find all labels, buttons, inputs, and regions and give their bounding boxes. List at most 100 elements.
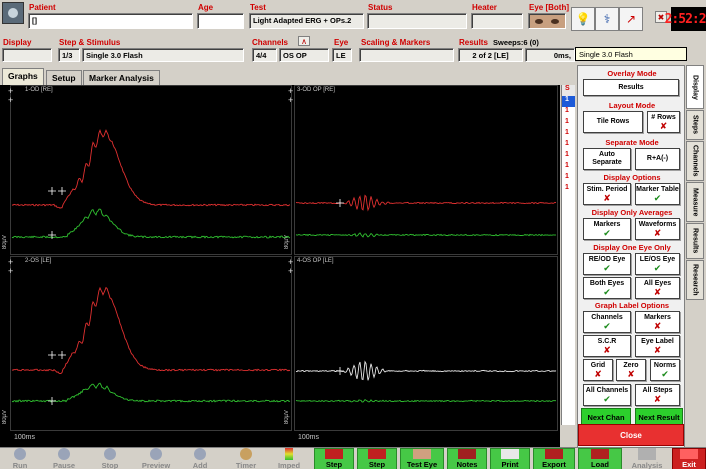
- re-od-eye-button[interactable]: RE/OD Eye ✔: [583, 253, 631, 275]
- test-field[interactable]: Light Adapted ERG + OPs.2: [249, 13, 364, 29]
- side-tab-results[interactable]: Results: [686, 223, 704, 259]
- side-tab-channels[interactable]: Channels: [686, 141, 704, 181]
- printer-icon: [501, 449, 519, 459]
- age-field[interactable]: [197, 13, 244, 29]
- results-time-field: 0ms,: [525, 48, 575, 62]
- add-button[interactable]: Add: [184, 448, 216, 469]
- sweep-item[interactable]: 1: [562, 107, 575, 118]
- marker-table-button[interactable]: Marker Table ✔: [635, 183, 680, 205]
- channel-waveform-icon[interactable]: ∧: [298, 36, 310, 46]
- sweep-item[interactable]: 1: [562, 184, 575, 195]
- eye-icon: [413, 449, 431, 459]
- tab-marker-analysis[interactable]: Marker Analysis: [83, 70, 160, 85]
- eye-field[interactable]: LE: [332, 48, 352, 62]
- tab-graphs[interactable]: Graphs: [2, 68, 44, 85]
- overlay-mode-value: Results: [618, 83, 644, 91]
- sweep-item[interactable]: 1: [562, 129, 575, 140]
- run-label: Run: [12, 461, 28, 469]
- scaling-markers-label: Scaling & Markers: [361, 38, 431, 47]
- all-channels-button[interactable]: All Channels ✔: [583, 384, 631, 406]
- impedance-button[interactable]: Imped: [272, 448, 306, 469]
- add-icon: [194, 448, 206, 460]
- tab-setup[interactable]: Setup: [46, 70, 82, 85]
- dna-icon[interactable]: ⚕: [595, 7, 619, 31]
- app-logo-icon: [2, 2, 24, 24]
- all-steps-button[interactable]: All Steps ✘: [635, 384, 680, 406]
- preview-button[interactable]: Preview: [136, 448, 176, 469]
- sweep-item[interactable]: 1: [562, 162, 575, 173]
- step-next-button[interactable]: Step: [357, 448, 397, 469]
- side-tab-measure[interactable]: Measure: [686, 182, 704, 222]
- sweep-item[interactable]: 1: [562, 118, 575, 129]
- analysis-button[interactable]: Analysis: [625, 448, 669, 469]
- cross-icon: ✘: [653, 320, 662, 331]
- sweep-item[interactable]: 1: [562, 151, 575, 162]
- eye-label-button[interactable]: Eye Label ✘: [635, 335, 680, 357]
- graphs-area[interactable]: 1-OD [RE] 3-OD OP [RE] 2-OS [LE] 4-OS OP…: [0, 85, 560, 447]
- step-stimulus-field[interactable]: Single 3.0 Flash: [82, 48, 244, 62]
- od-re-green-trace: [11, 208, 291, 239]
- grid-button[interactable]: Grid ✘: [583, 359, 613, 381]
- od-op-re-red-trace: [295, 194, 557, 212]
- run-button[interactable]: Run: [2, 448, 38, 469]
- os-le-red-trace: [11, 286, 291, 374]
- side-tab-research[interactable]: Research: [686, 260, 704, 300]
- side-tab-display[interactable]: Display: [686, 65, 704, 109]
- exit-button[interactable]: Exit: [672, 448, 706, 469]
- overlay-mode-button[interactable]: Results: [583, 79, 679, 96]
- test-label: Test: [250, 3, 266, 12]
- status-label: Status: [368, 3, 393, 12]
- auto-separate-button[interactable]: Auto Separate: [583, 148, 631, 170]
- check-icon: ✔: [603, 286, 611, 297]
- cross-icon: ✘: [627, 368, 635, 379]
- print-button[interactable]: Print: [490, 448, 530, 469]
- trend-chart-icon[interactable]: ↗: [619, 7, 643, 31]
- scr-button[interactable]: S.C.R ✘: [583, 335, 631, 357]
- waveforms-average-button[interactable]: Waveforms ✘: [635, 218, 680, 240]
- heater-field: [471, 13, 523, 29]
- stim-period-button[interactable]: Stim. Period ✘: [583, 183, 631, 205]
- channels-label-button[interactable]: Channels ✔: [583, 311, 631, 333]
- sweep-list[interactable]: S 1 1 1 1 1 1 1 1 1: [561, 85, 575, 425]
- sweep-list-header: S: [562, 85, 575, 96]
- pause-icon: [58, 448, 70, 460]
- notes-button[interactable]: Notes: [447, 448, 487, 469]
- side-tabs: Display Steps Channels Measure Results R…: [686, 65, 706, 425]
- layout-mode-title: Layout Mode: [608, 101, 656, 110]
- step-prev-icon: [325, 449, 343, 459]
- display-label: Display: [3, 38, 32, 47]
- both-eyes-button[interactable]: Both Eyes ✔: [583, 277, 631, 299]
- num-rows-button[interactable]: # Rows ✘: [647, 111, 680, 133]
- r-plus-a-button[interactable]: R+A(-): [635, 148, 680, 170]
- eye-label: Eye: [334, 38, 349, 47]
- patient-field[interactable]: []: [28, 13, 193, 29]
- lightbulb-icon[interactable]: 💡: [571, 7, 595, 31]
- stop-button[interactable]: Stop: [92, 448, 128, 469]
- all-eyes-button[interactable]: All Eyes ✘: [635, 277, 680, 299]
- timer-icon: [240, 448, 252, 460]
- step-prev-button[interactable]: Step: [314, 448, 354, 469]
- side-tab-steps[interactable]: Steps: [686, 110, 704, 140]
- norms-button[interactable]: Norms ✔: [650, 359, 680, 381]
- export-button[interactable]: Export: [533, 448, 575, 469]
- pause-button[interactable]: Pause: [46, 448, 82, 469]
- test-eye-button[interactable]: Test Eye: [400, 448, 444, 469]
- results-field[interactable]: 2 of 2 [LE]: [458, 48, 523, 62]
- zero-button[interactable]: Zero ✘: [616, 359, 646, 381]
- markers-average-button[interactable]: Markers ✔: [583, 218, 631, 240]
- eye-image[interactable]: [528, 13, 566, 29]
- preview-icon: [150, 448, 162, 460]
- channels-field[interactable]: OS OP: [279, 48, 329, 62]
- markers-label-button[interactable]: Markers ✘: [635, 311, 680, 333]
- load-button[interactable]: Load: [578, 448, 622, 469]
- sweep-item[interactable]: 1: [562, 96, 575, 107]
- sweep-item[interactable]: 1: [562, 173, 575, 184]
- close-panel-button[interactable]: Close: [578, 424, 684, 446]
- timer-button[interactable]: Timer: [230, 448, 262, 469]
- scaling-markers-field[interactable]: [359, 48, 454, 62]
- tile-rows-button[interactable]: Tile Rows: [583, 111, 643, 133]
- le-os-eye-button[interactable]: LE/OS Eye ✔: [635, 253, 680, 275]
- analysis-label: Analysis: [631, 461, 663, 469]
- waveform-marker: [58, 351, 66, 359]
- sweep-item[interactable]: 1: [562, 140, 575, 151]
